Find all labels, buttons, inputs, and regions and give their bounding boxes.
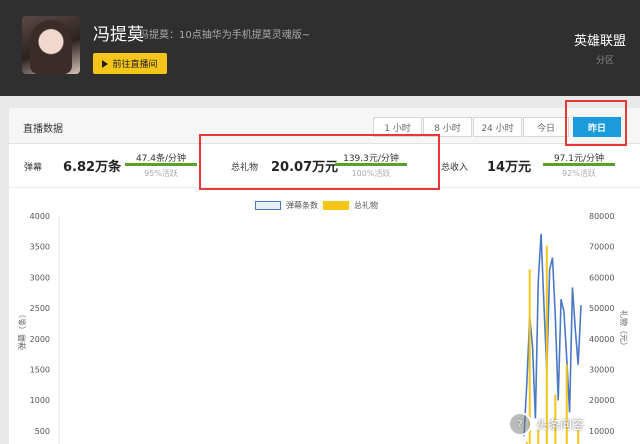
y-tick-right: 70000 — [589, 243, 614, 252]
y-tick-right: 10000 — [589, 427, 614, 436]
danmu-label: 弹幕 — [24, 163, 43, 173]
category-sub-label: 分区 — [595, 56, 614, 66]
danmu-series-line — [523, 233, 582, 437]
income-active: 92%活跃 — [562, 169, 596, 178]
live-chart: 4000 3500 3000 2500 2000 1500 1000 500 80000 700… — [17, 212, 629, 444]
highlight-box-yesterday — [565, 100, 627, 146]
tab-24-hours[interactable]: 24 小时 — [473, 117, 522, 137]
streamer-header: 冯提莫 冯提莫：10点抽华为手机提莫灵魂版~ 前往直播间 英雄联盟 分区 — [0, 0, 640, 96]
watermark-text: 头条问答 — [536, 417, 585, 432]
panel-title: 直播数据 — [23, 124, 63, 135]
category-name[interactable]: 英雄联盟 — [574, 30, 626, 49]
y-tick-left: 1000 — [30, 396, 50, 405]
tab-today[interactable]: 今日 — [523, 117, 569, 137]
stream-subtitle: 冯提莫：10点抽华为手机提莫灵魂版~ — [139, 30, 311, 41]
y-tick-left: 3000 — [30, 273, 50, 282]
y-tick-right: 80000 — [589, 212, 614, 221]
y-tick-left: 500 — [35, 427, 50, 436]
income-rate-bar — [543, 163, 615, 166]
y-tick-left: 2500 — [30, 304, 50, 313]
y-axis-label-left: 弹幕（条） — [17, 310, 27, 350]
play-icon — [102, 59, 109, 68]
y-tick-right: 30000 — [589, 366, 614, 375]
danmu-rate-bar — [125, 163, 197, 166]
toutiao-logo-icon: ? — [508, 412, 532, 436]
highlight-box-gift — [199, 134, 440, 190]
y-tick-left: 4000 — [30, 212, 50, 221]
y-axis-label-right: 礼物（元） — [619, 310, 629, 350]
y-tick-right: 40000 — [589, 335, 614, 344]
streamer-name: 冯提莫 — [93, 25, 144, 45]
go-to-live-label: 前往直播间 — [112, 60, 158, 70]
watermark: ? 头条问答 — [508, 412, 584, 436]
y-tick-right: 60000 — [589, 273, 614, 282]
y-tick-left: 2000 — [30, 335, 50, 344]
y-tick-right: 50000 — [589, 304, 614, 313]
y-tick-right: 20000 — [589, 396, 614, 405]
go-to-live-button[interactable]: 前往直播间 — [93, 53, 167, 74]
income-value: 14万元 — [487, 160, 532, 175]
y-tick-left: 3500 — [30, 243, 50, 252]
danmu-active: 95%活跃 — [144, 169, 178, 178]
avatar[interactable] — [22, 16, 80, 74]
income-label: 总收入 — [441, 163, 469, 173]
danmu-value: 6.82万条 — [63, 160, 122, 175]
y-tick-left: 1500 — [30, 366, 50, 375]
